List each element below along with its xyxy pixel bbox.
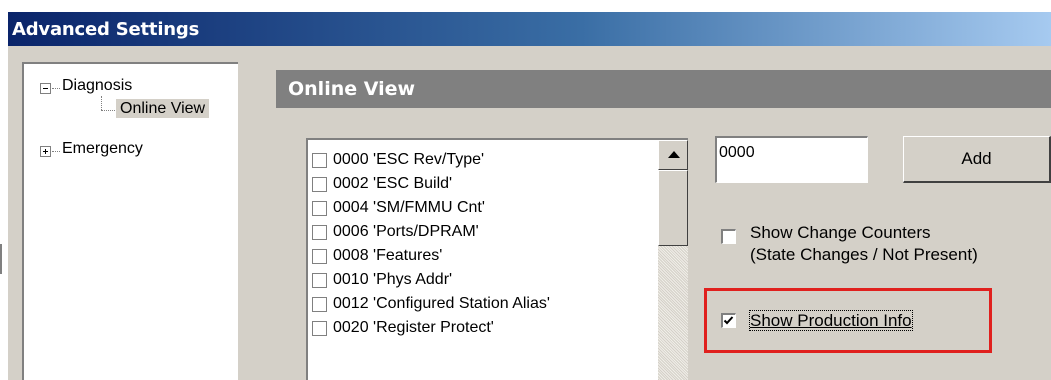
list-item-label: 0002 'ESC Build' — [333, 175, 453, 192]
list-item-label: 0010 'Phys Addr' — [333, 271, 453, 288]
panel-title: Online View — [288, 78, 416, 100]
vertical-scrollbar[interactable] — [658, 140, 688, 380]
list-item-checkbox[interactable] — [312, 153, 327, 168]
list-item-checkbox[interactable] — [312, 225, 327, 240]
list-item-label: 0012 'Configured Station Alias' — [333, 295, 550, 312]
tree-item-label: Diagnosis — [62, 77, 133, 94]
tree-connector — [52, 151, 60, 152]
address-input[interactable]: 0000 — [715, 136, 868, 183]
show-change-counters-label: Show Change Counters (State Changes / No… — [750, 222, 978, 266]
tree-item-online-view[interactable]: Online View — [116, 99, 210, 118]
list-item-label: 0006 'Ports/DPRAM' — [333, 223, 479, 240]
tree-item-diagnosis[interactable]: Diagnosis — [62, 77, 132, 95]
list-item-label: 0020 'Register Protect' — [333, 319, 494, 336]
list-item-label: 0008 'Features' — [333, 247, 443, 264]
scroll-thumb[interactable] — [658, 170, 688, 246]
show-production-info-label[interactable]: Show Production Info — [749, 310, 913, 332]
show-change-counters-checkbox[interactable] — [721, 229, 736, 244]
show-production-info-text: Show Production Info — [749, 310, 913, 331]
list-item-checkbox[interactable] — [312, 249, 327, 264]
list-item-checkbox[interactable] — [312, 177, 327, 192]
window-title: Advanced Settings — [12, 19, 200, 40]
panel-header: Online View — [276, 70, 1051, 108]
title-bar: Advanced Settings — [8, 12, 1051, 46]
register-list[interactable]: 0000 'ESC Rev/Type' 0002 'ESC Build' 000… — [306, 138, 688, 380]
tree-connector — [52, 88, 60, 89]
show-change-counters-line1: Show Change Counters — [750, 223, 931, 242]
tree-item-emergency[interactable]: Emergency — [62, 140, 143, 158]
add-button[interactable]: Add — [903, 136, 1051, 183]
show-production-info-checkbox[interactable] — [721, 313, 736, 328]
list-item-checkbox[interactable] — [312, 321, 327, 336]
show-change-counters-line2: (State Changes / Not Present) — [750, 245, 978, 264]
arrow-up-icon — [668, 151, 680, 158]
scroll-up-button[interactable] — [658, 140, 688, 170]
list-item-label: 0000 'ESC Rev/Type' — [333, 151, 485, 168]
expand-icon[interactable] — [40, 146, 51, 157]
list-item-checkbox[interactable] — [312, 297, 327, 312]
tree-connector — [101, 110, 115, 111]
tree-item-label: Online View — [116, 99, 210, 118]
advanced-settings-window: Advanced Settings Diagnosis Online View … — [8, 12, 1051, 380]
tree-item-label: Emergency — [62, 140, 143, 157]
list-item-checkbox[interactable] — [312, 273, 327, 288]
tree-connector — [101, 96, 102, 110]
list-item-checkbox[interactable] — [312, 201, 327, 216]
list-item-label: 0004 'SM/FMMU Cnt' — [333, 199, 485, 216]
checkmark-icon — [723, 316, 734, 325]
settings-tree[interactable]: Diagnosis Online View Emergency — [22, 62, 238, 380]
collapse-icon[interactable] — [40, 83, 51, 94]
outer-edge-mark — [0, 244, 2, 274]
